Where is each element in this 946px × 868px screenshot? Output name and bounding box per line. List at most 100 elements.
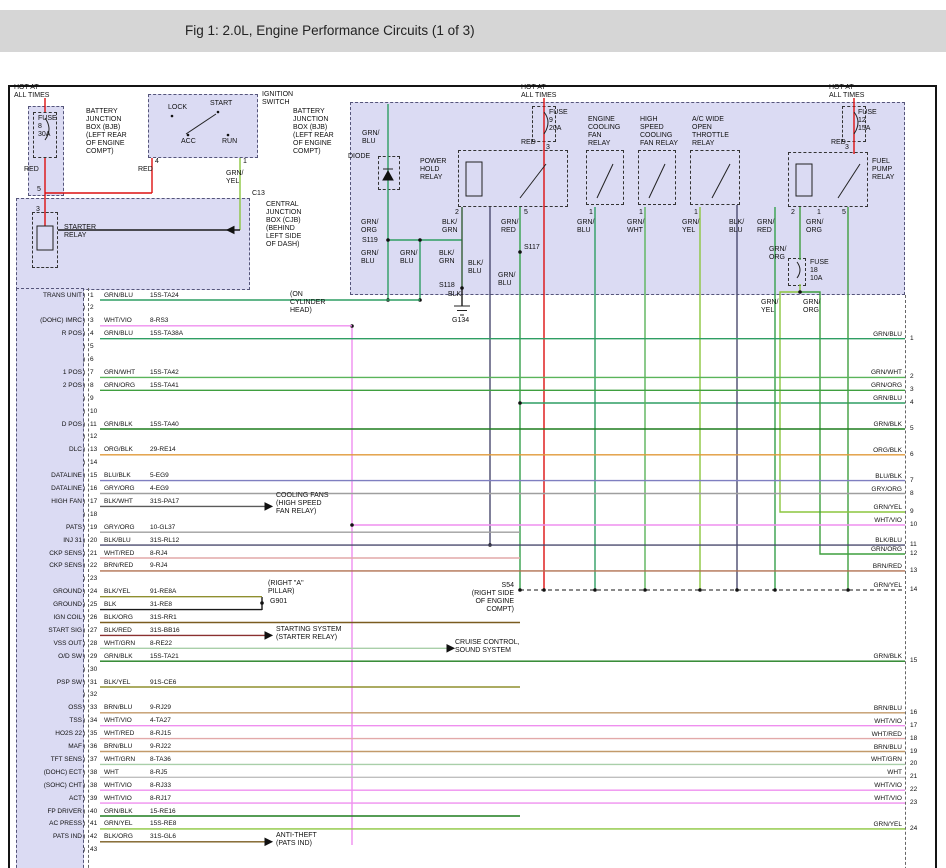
pcm-pin-group-label: FP DRIVER bbox=[18, 808, 82, 815]
right-pin-number: 11 bbox=[910, 541, 917, 548]
right-pin-number: 14 bbox=[910, 586, 917, 593]
pcm-pin-number: 1 bbox=[90, 292, 94, 299]
right-wire-color-label: BLU/BLK bbox=[852, 473, 902, 480]
label-fuse12: FUSE 12 15A bbox=[858, 109, 877, 133]
pcm-pin-number: 41 bbox=[90, 820, 97, 827]
pcm-pin-number: 35 bbox=[90, 730, 97, 737]
diode-box bbox=[378, 156, 400, 190]
label-w-grnorg4: GRN/ ORG bbox=[803, 299, 821, 315]
right-pin-number: 9 bbox=[910, 508, 914, 515]
wire-color-label: GRN/BLU bbox=[104, 292, 133, 299]
pcm-pin-group-label: DLC bbox=[18, 446, 82, 453]
label-w-grnblu4: GRN/ BLU bbox=[498, 272, 516, 288]
pin-bracket: ) bbox=[83, 846, 85, 853]
label-start: START bbox=[210, 100, 232, 108]
circuit-number-label: 15S-TA40 bbox=[150, 421, 179, 428]
pcm-pin-number: 43 bbox=[90, 846, 97, 853]
pcm-pin-group-label: O/D SW bbox=[18, 653, 82, 660]
circuit-number-label: 4-EG9 bbox=[150, 485, 169, 492]
label-cooling-fans: COOLING FANS (HIGH SPEED FAN RELAY) bbox=[276, 492, 329, 516]
label-w-blkblu1: BLK/ BLU bbox=[729, 219, 744, 235]
label-fuse18: FUSE 18 10A bbox=[810, 259, 829, 283]
pcm-pin-number: 3 bbox=[90, 317, 94, 324]
pcm-pin-group-label: TSS bbox=[18, 717, 82, 724]
label-pin2a: 2 bbox=[455, 209, 459, 217]
pcm-pin-number: 15 bbox=[90, 472, 97, 479]
label-pin5a: 5 bbox=[37, 186, 41, 194]
wire-color-label: BLK/RED bbox=[104, 627, 132, 634]
pcm-pin-number: 29 bbox=[90, 653, 97, 660]
pcm-pin-number: 34 bbox=[90, 717, 97, 724]
pin-bracket: ) bbox=[83, 446, 85, 453]
right-wire-color-label: GRN/ORG bbox=[852, 546, 902, 553]
circuit-number-label: 31S-BB16 bbox=[150, 627, 180, 634]
label-g134: G134 bbox=[452, 317, 469, 325]
label-w-blkgrn2: BLK/ GRN bbox=[439, 250, 455, 266]
pcm-pin-number: 20 bbox=[90, 537, 97, 544]
pin-bracket: ) bbox=[83, 653, 85, 660]
circuit-number-label: 8-TA36 bbox=[150, 756, 171, 763]
label-pin1e: 1 bbox=[817, 209, 821, 217]
pcm-pin-number: 10 bbox=[90, 408, 97, 415]
label-cjb: CENTRAL JUNCTION BOX (CJB) (BEHIND LEFT … bbox=[266, 201, 301, 249]
label-w-grnred2: GRN/ RED bbox=[757, 219, 775, 235]
pcm-pin-group-label: HIGH FAN bbox=[18, 498, 82, 505]
pin-bracket: ) bbox=[83, 704, 85, 711]
right-pin-number: 19 bbox=[910, 748, 917, 755]
circuit-number-label: 31S-PA17 bbox=[150, 498, 179, 505]
pin-bracket: ) bbox=[83, 627, 85, 634]
label-fuse8: FUSE 8 30A bbox=[38, 115, 57, 139]
label-power-hold: POWER HOLD RELAY bbox=[420, 158, 446, 182]
pcm-pin-number: 38 bbox=[90, 769, 97, 776]
pin-bracket: ) bbox=[83, 330, 85, 337]
label-pin1a: 1 bbox=[243, 158, 247, 166]
right-pin-number: 12 bbox=[910, 550, 917, 557]
pcm-pin-group-label: START SIG bbox=[18, 627, 82, 634]
label-ignition: IGNITION SWITCH bbox=[262, 91, 293, 107]
pcm-pin-group-label: ACT bbox=[18, 795, 82, 802]
label-anti-theft: ANTI-THEFT (PATS IND) bbox=[276, 832, 317, 848]
wire-color-label: BLK/ORG bbox=[104, 833, 133, 840]
label-fuse9: FUSE 9 20A bbox=[549, 109, 568, 133]
circuit-number-label: 15S-TA42 bbox=[150, 369, 179, 376]
circuit-number-label: 8-RE22 bbox=[150, 640, 172, 647]
circuit-number-label: 91-RE8A bbox=[150, 588, 176, 595]
pin-bracket: ) bbox=[83, 395, 85, 402]
circuit-number-label: 31-RE8 bbox=[150, 601, 172, 608]
pin-bracket: ) bbox=[83, 485, 85, 492]
label-red1: RED bbox=[24, 166, 39, 174]
wire-color-label: BRN/BLU bbox=[104, 704, 132, 711]
label-hot2: HOT AT ALL TIMES bbox=[521, 84, 556, 100]
circuit-number-label: 15S-TA24 bbox=[150, 292, 179, 299]
circuit-number-label: 15-RE16 bbox=[150, 808, 176, 815]
pin-bracket: ) bbox=[83, 459, 85, 466]
pin-bracket: ) bbox=[83, 433, 85, 440]
circuit-number-label: 31S-GL6 bbox=[150, 833, 176, 840]
pcm-pin-number: 24 bbox=[90, 588, 97, 595]
label-hscf: HIGH SPEED COOLING FAN RELAY bbox=[640, 116, 678, 148]
wire-color-label: WHT/VIO bbox=[104, 795, 132, 802]
label-pin5c: 5 bbox=[842, 209, 846, 217]
pin-bracket: ) bbox=[83, 640, 85, 647]
pcm-pin-group-label: AC PRESS bbox=[18, 820, 82, 827]
pcm-pin-number: 8 bbox=[90, 382, 94, 389]
pcm-pin-group-label: D POS bbox=[18, 421, 82, 428]
pcm-pin-number: 18 bbox=[90, 511, 97, 518]
pin-bracket: ) bbox=[83, 808, 85, 815]
pcm-pin-group-label: (SOHC) CHT bbox=[18, 782, 82, 789]
circuit-number-label: 8-RJ4 bbox=[150, 550, 167, 557]
label-bjb1: BATTERY JUNCTION BOX (BJB) (LEFT REAR OF… bbox=[86, 108, 127, 156]
right-wire-color-label: GRN/YEL bbox=[852, 582, 902, 589]
wire-color-label: BLK/YEL bbox=[104, 588, 130, 595]
pcm-pin-number: 30 bbox=[90, 666, 97, 673]
label-w-grnwht1: GRN/ WHT bbox=[627, 219, 645, 235]
label-acc: ACC bbox=[181, 138, 196, 146]
right-wire-color-label: GRN/BLK bbox=[852, 421, 902, 428]
right-wire-color-label: GRN/BLU bbox=[852, 331, 902, 338]
pcm-pin-number: 2 bbox=[90, 304, 94, 311]
pcm-pin-number: 4 bbox=[90, 330, 94, 337]
label-ecf: ENGINE COOLING FAN RELAY bbox=[588, 116, 620, 148]
pin-bracket: ) bbox=[83, 691, 85, 698]
right-pin-number: 3 bbox=[910, 386, 914, 393]
wire-color-label: GRY/ORG bbox=[104, 485, 135, 492]
